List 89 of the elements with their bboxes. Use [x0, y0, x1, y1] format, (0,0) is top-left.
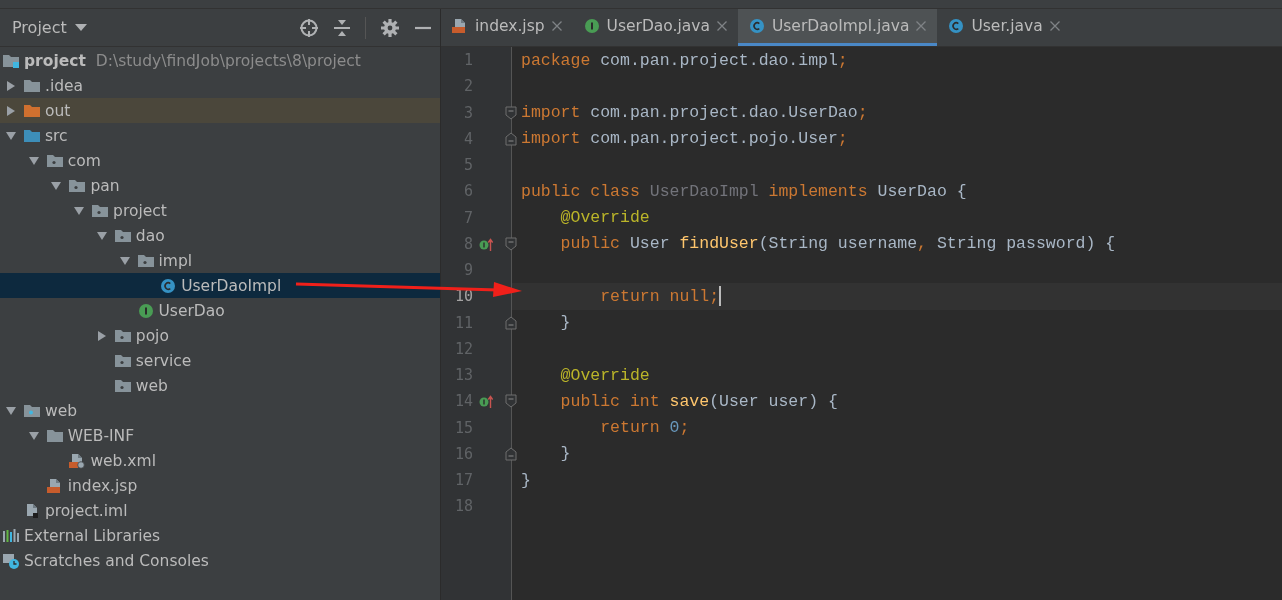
- file-icon: [68, 452, 87, 469]
- settings-icon[interactable]: [380, 17, 400, 38]
- folder-icon: [23, 402, 41, 419]
- expanded-arrow-icon[interactable]: [118, 254, 131, 267]
- tree-item[interactable]: Scratches and Consoles: [0, 548, 440, 573]
- tree-item[interactable]: External Libraries: [0, 523, 440, 548]
- tree-item[interactable]: pojo: [0, 323, 440, 348]
- tree-item[interactable]: project D:\study\findJob\projects\8\project: [0, 48, 440, 73]
- implements-marker-icon[interactable]: [479, 394, 493, 409]
- panel-title[interactable]: Project: [12, 18, 67, 37]
- code-line: public class UserDaoImpl implements UserDao {: [521, 181, 967, 201]
- fold-icon[interactable]: [505, 131, 517, 146]
- tree-item[interactable]: WEB-INF: [0, 423, 440, 448]
- package-icon: [113, 352, 132, 369]
- expanded-arrow-icon[interactable]: [50, 179, 63, 192]
- expanded-arrow-icon[interactable]: [5, 129, 17, 142]
- code-line: return null;: [599, 286, 720, 306]
- fold-icon[interactable]: [505, 105, 517, 120]
- editor-tab[interactable]: User.java: [937, 9, 1071, 46]
- collapsed-arrow-icon[interactable]: [5, 79, 17, 92]
- tree-item[interactable]: web: [0, 373, 440, 398]
- code-line: import com.pan.project.dao.UserDao;: [521, 103, 868, 123]
- collapsed-arrow-icon[interactable]: [95, 329, 108, 342]
- tree-item[interactable]: impl: [0, 248, 440, 273]
- locate-icon[interactable]: [299, 17, 319, 38]
- interface-icon: [582, 18, 601, 34]
- folder-icon: [23, 77, 41, 94]
- editor-tab[interactable]: UserDao.java: [572, 9, 738, 46]
- dropdown-caret-icon[interactable]: [74, 23, 87, 32]
- tree-item[interactable]: UserDao: [0, 298, 440, 323]
- package-icon: [113, 377, 132, 394]
- tree-item[interactable]: .idea: [0, 73, 440, 98]
- tree-item[interactable]: out: [0, 98, 440, 123]
- close-icon[interactable]: [715, 20, 728, 32]
- tree-item[interactable]: project.iml: [0, 498, 440, 523]
- editor-tab[interactable]: UserDaoImpl.java: [737, 9, 938, 46]
- class-icon: [947, 18, 966, 34]
- tree-item[interactable]: index.jsp: [0, 473, 440, 498]
- fold-icon[interactable]: [505, 315, 517, 330]
- tree-item[interactable]: pan: [0, 173, 440, 198]
- tree-item[interactable]: dao: [0, 223, 440, 248]
- collapse-all-icon[interactable]: [333, 17, 351, 38]
- package-icon: [113, 227, 132, 244]
- code-line: public User findUser(String username, String password) {: [559, 234, 1116, 254]
- fold-icon[interactable]: [505, 446, 517, 461]
- close-icon[interactable]: [1048, 20, 1061, 32]
- fold-icon[interactable]: [505, 394, 517, 409]
- folder-icon: [23, 127, 41, 144]
- code-line: return 0;: [599, 418, 690, 438]
- expanded-arrow-icon[interactable]: [5, 404, 17, 417]
- tree-item[interactable]: service: [0, 348, 440, 373]
- close-icon[interactable]: [550, 20, 563, 32]
- tree-item[interactable]: src: [0, 123, 440, 148]
- code-line: @Override: [559, 208, 650, 228]
- code-line: import com.pan.project.pojo.User;: [521, 129, 848, 149]
- package-icon: [136, 252, 155, 269]
- code-line: }: [521, 470, 531, 490]
- tree-item[interactable]: com: [0, 148, 440, 173]
- text-caret: [719, 286, 722, 307]
- code-line: }: [559, 313, 571, 333]
- libraries-icon: [2, 527, 20, 544]
- folder-icon: [45, 427, 64, 444]
- close-icon[interactable]: [915, 20, 928, 32]
- package-icon: [68, 177, 87, 194]
- package-icon: [113, 327, 132, 344]
- collapsed-arrow-icon[interactable]: [5, 104, 17, 117]
- implements-marker-icon[interactable]: [479, 236, 493, 251]
- folder-icon: [23, 102, 41, 119]
- code-line: public int save(User user) {: [559, 391, 838, 411]
- fold-icon[interactable]: [505, 236, 517, 251]
- expanded-arrow-icon[interactable]: [27, 429, 40, 442]
- tree-item[interactable]: UserDaoImpl: [0, 273, 440, 298]
- code-line: }: [559, 444, 571, 464]
- class-icon: [159, 277, 178, 294]
- package-icon: [91, 202, 110, 219]
- tree-item[interactable]: web.xml: [0, 448, 440, 473]
- tree-item[interactable]: project: [0, 198, 440, 223]
- package-icon: [45, 152, 64, 169]
- project-path: D:\study\findJob\projects\8\project: [95, 51, 361, 70]
- code-line: package com.pan.project.dao.impl;: [521, 50, 848, 70]
- expanded-arrow-icon[interactable]: [95, 229, 108, 242]
- expanded-arrow-icon[interactable]: [73, 204, 86, 217]
- tree-item[interactable]: web: [0, 398, 440, 423]
- folder-icon: [2, 52, 20, 69]
- editor-tab[interactable]: index.jsp: [441, 9, 573, 46]
- expanded-arrow-icon[interactable]: [27, 154, 40, 167]
- class-icon: [747, 18, 766, 34]
- code-line: @Override: [559, 365, 650, 385]
- interface-icon: [136, 302, 155, 319]
